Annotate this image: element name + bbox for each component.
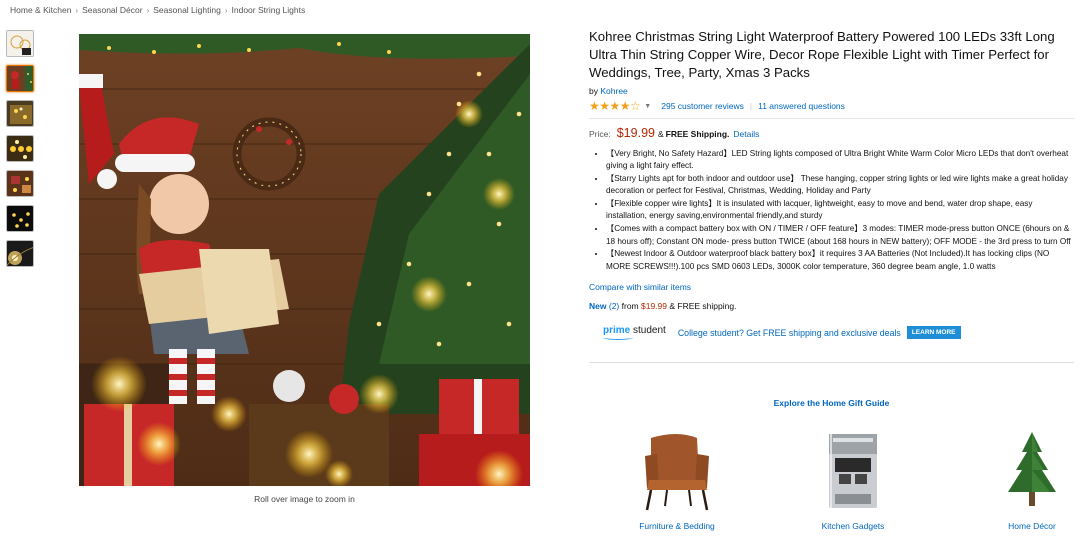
compare-row: Compare with similar items: [589, 282, 1074, 292]
gift-guide: Explore the Home Gift Guide Furniture & …: [589, 398, 1074, 538]
feature-bullet: 【Comes with a compact battery box with O…: [606, 223, 1074, 248]
armchair-image: [645, 434, 709, 511]
prime-student-banner: prime student College student? Get FREE …: [603, 324, 1074, 340]
breadcrumb-separator: ›: [146, 6, 150, 15]
divider-line: [589, 361, 1074, 363]
thumbnail-3[interactable]: [6, 100, 34, 127]
main-product-image[interactable]: [79, 34, 530, 486]
gift-guide-items: Furniture & Bedding Kitchen Gadgets Home…: [589, 408, 1074, 538]
learn-more-button[interactable]: LEARN MORE: [906, 326, 961, 340]
zoom-hint: Roll over image to zoom in: [254, 494, 355, 504]
prime-logo-text: prime: [603, 324, 631, 336]
gift-item-home-decor[interactable]: Home Décor: [977, 430, 1080, 532]
new-offers-row: New (2) from $19.99 & FREE shipping.: [589, 301, 1074, 311]
product-info: Kohree Christmas String Light Waterproof…: [589, 28, 1074, 363]
thumbnail-7[interactable]: [6, 240, 34, 267]
new-from-label: from: [621, 300, 639, 311]
breadcrumb-separator: ›: [224, 6, 228, 15]
gift-item-label[interactable]: Furniture & Bedding: [622, 520, 732, 532]
breadcrumb-indoor-string-lights[interactable]: Indoor String Lights: [232, 5, 306, 15]
feature-bullet: 【Very Bright, No Safety Hazard】LED Strin…: [606, 148, 1074, 173]
feature-bullet: 【Flexible copper wire lights】It is insul…: [606, 198, 1074, 223]
price-amp: &: [657, 129, 664, 139]
price-value: $19.99: [616, 126, 655, 140]
espresso-machine-image: [829, 434, 877, 508]
price-label: Price:: [589, 129, 611, 139]
feature-bullet: 【Newest Indoor & Outdoor waterproof blac…: [606, 248, 1074, 273]
new-offers-link[interactable]: New: [589, 301, 606, 311]
compare-similar-link[interactable]: Compare with similar items: [589, 282, 691, 292]
gift-item-label[interactable]: Home Décor: [977, 520, 1080, 532]
free-shipping-label: FREE Shipping.: [665, 129, 730, 139]
breadcrumb-separator: ›: [75, 6, 79, 15]
feature-bullet: 【Starry Lights apt for both indoor and o…: [606, 173, 1074, 198]
breadcrumb-seasonal-decor[interactable]: Seasonal Décor: [82, 5, 142, 15]
prime-student-link[interactable]: College student? Get FREE shipping and e…: [678, 328, 901, 338]
new-shipping-label: & FREE shipping.: [669, 300, 737, 311]
breadcrumb-seasonal-lighting[interactable]: Seasonal Lighting: [153, 5, 221, 15]
breadcrumb: Home & Kitchen › Seasonal Décor › Seasonal L…: [10, 5, 305, 15]
feature-bullets: 【Very Bright, No Safety Hazard】LED Strin…: [589, 148, 1074, 273]
gift-item-label[interactable]: Kitchen Gadgets: [798, 520, 908, 532]
gift-guide-title[interactable]: Explore the Home Gift Guide: [589, 398, 1074, 408]
answered-questions-link[interactable]: 11 answered questions: [758, 101, 845, 111]
prime-student-logo: prime student: [603, 324, 666, 340]
chevron-down-icon[interactable]: ▼: [644, 103, 651, 110]
product-title: Kohree Christmas String Light Waterproof…: [589, 29, 1055, 80]
new-price: $19.99: [641, 300, 667, 311]
thumbnail-5[interactable]: [6, 170, 34, 197]
star-rating-icon[interactable]: ★★★★☆: [589, 100, 641, 112]
thumbnail-4[interactable]: [6, 135, 34, 162]
rating-row: ★★★★☆ ▼ 295 customer reviews | 11 answer…: [589, 100, 1074, 112]
gift-item-kitchen[interactable]: Kitchen Gadgets: [798, 430, 908, 532]
customer-reviews-link[interactable]: 295 customer reviews: [661, 101, 744, 111]
image-thumbnails: [6, 30, 34, 275]
breadcrumb-home-kitchen[interactable]: Home & Kitchen: [10, 5, 71, 15]
by-label: by: [589, 86, 598, 96]
christmas-tree-image: [1008, 432, 1056, 506]
divider: |: [749, 101, 753, 111]
byline: by Kohree: [589, 86, 1074, 96]
thumbnail-2-selected[interactable]: [6, 65, 34, 92]
brand-link[interactable]: Kohree: [600, 86, 627, 96]
thumbnail-6[interactable]: [6, 205, 34, 232]
new-count-link[interactable]: (2): [609, 301, 619, 311]
divider-line: [589, 118, 1074, 119]
thumbnail-1[interactable]: [6, 30, 34, 57]
price-row: Price: $19.99 & FREE Shipping. Details: [589, 126, 1074, 140]
shipping-details-link[interactable]: Details: [733, 129, 759, 139]
gift-item-furniture[interactable]: Furniture & Bedding: [622, 430, 732, 532]
student-logo-text: student: [633, 324, 666, 336]
